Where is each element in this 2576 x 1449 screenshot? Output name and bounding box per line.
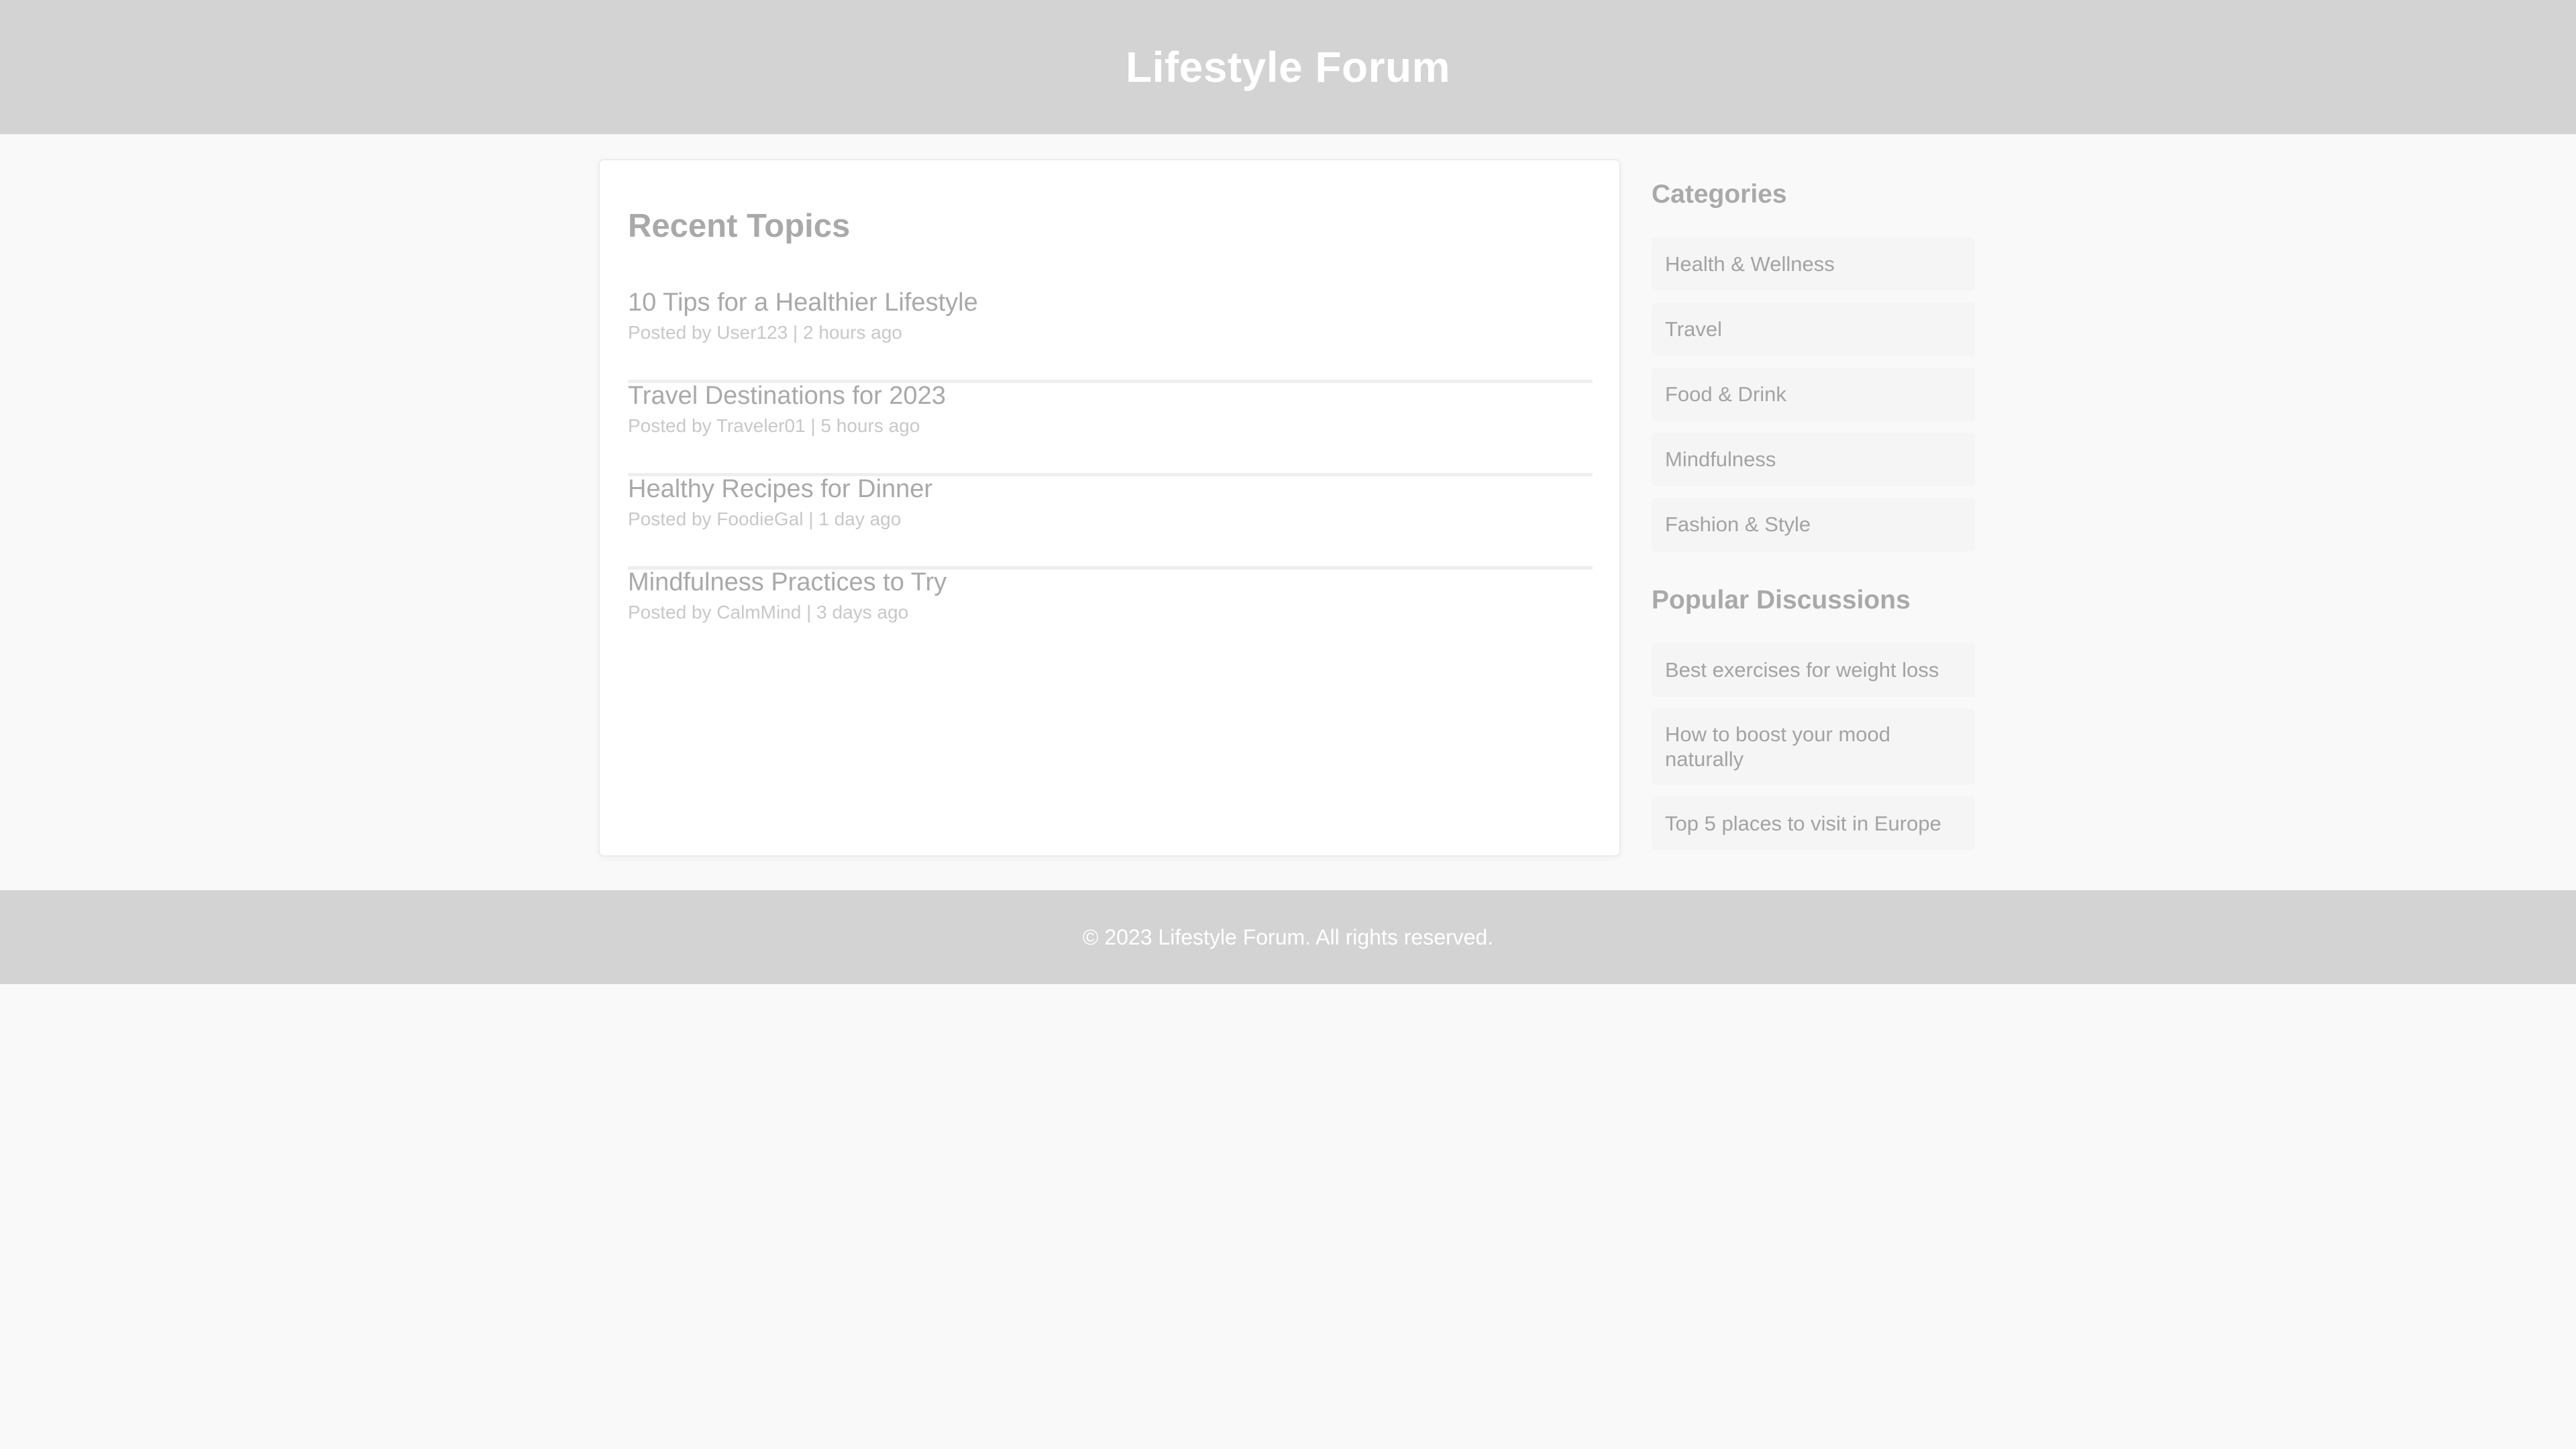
topic-item: Mindfulness Practices to Try Posted by C… [628,570,1593,663]
categories-heading: Categories [1652,180,1787,209]
popular-discussions-heading: Popular Discussions [1652,586,1911,614]
popular-discussion-item[interactable]: How to boost your mood naturally [1652,708,1975,786]
topic-item: Healthy Recipes for Dinner Posted by Foo… [628,476,1593,570]
copyright-text: © 2023 Lifestyle Forum. All rights reser… [1082,924,1494,949]
popular-discussion-item[interactable]: Best exercises for weight loss [1652,643,1975,697]
topic-meta: Posted by CalmMind | 3 days ago [628,602,909,623]
topic-item: Travel Destinations for 2023 Posted by T… [628,383,1593,476]
topic-title-link[interactable]: Travel Destinations for 2023 [628,383,1593,409]
category-item-food-drink[interactable]: Food & Drink [1652,368,1975,421]
topic-meta: Posted by User123 | 2 hours ago [628,322,902,343]
site-title: Lifestyle Forum [1125,43,1451,91]
topic-title-link[interactable]: Mindfulness Practices to Try [628,570,1593,595]
categories-list: Health & Wellness Travel Food & Drink Mi… [1652,237,1975,551]
category-item-mindfulness[interactable]: Mindfulness [1652,433,1975,486]
category-item-travel[interactable]: Travel [1652,303,1975,356]
topic-title-link[interactable]: 10 Tips for a Healthier Lifestyle [628,290,1593,315]
topic-meta: Posted by Traveler01 | 5 hours ago [628,415,920,436]
recent-topics-panel: Recent Topics 10 Tips for a Healthier Li… [598,159,1621,857]
popular-discussion-item[interactable]: Top 5 places to visit in Europe [1652,796,1975,851]
category-item-fashion-style[interactable]: Fashion & Style [1652,498,1975,551]
category-item-health-wellness[interactable]: Health & Wellness [1652,237,1975,291]
topic-list: 10 Tips for a Healthier Lifestyle Posted… [628,290,1593,663]
recent-topics-heading: Recent Topics [628,208,851,244]
sidebar: Categories Health & Wellness Travel Food… [1652,181,1975,861]
site-header: Lifestyle Forum [0,0,2576,134]
site-footer: © 2023 Lifestyle Forum. All rights reser… [0,890,2576,984]
topic-meta: Posted by FoodieGal | 1 day ago [628,508,902,529]
topic-title-link[interactable]: Healthy Recipes for Dinner [628,476,1593,502]
topic-item: 10 Tips for a Healthier Lifestyle Posted… [628,290,1593,383]
popular-discussions-list: Best exercises for weight loss How to bo… [1652,643,1975,851]
